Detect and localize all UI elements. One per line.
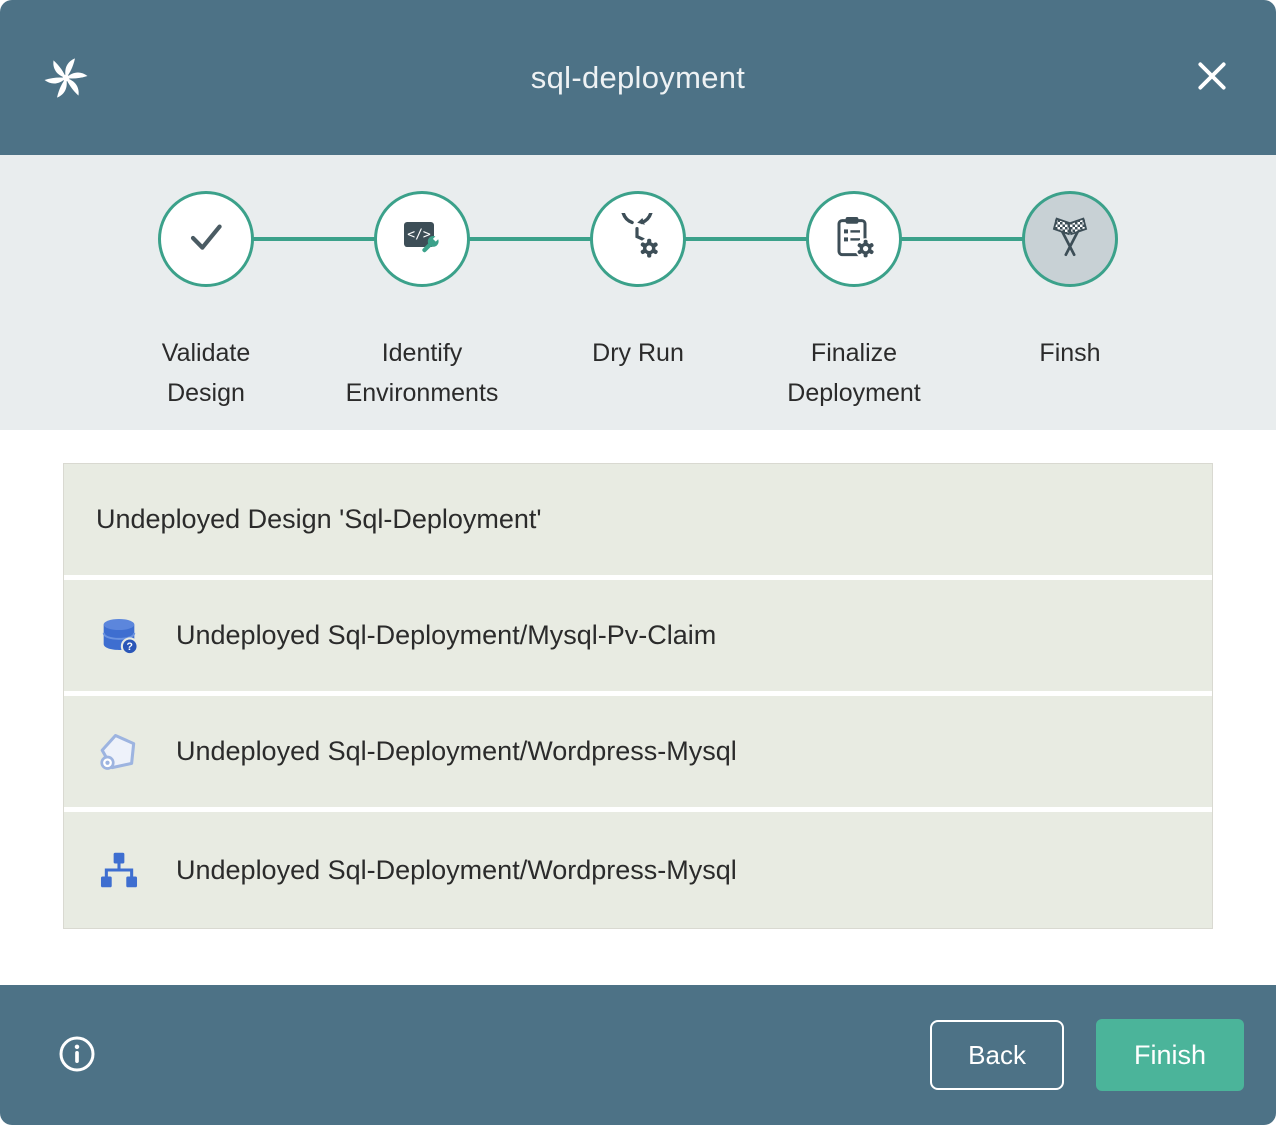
step-circle bbox=[590, 191, 686, 287]
meshery-logo-icon bbox=[40, 52, 92, 104]
workload-hierarchy-icon bbox=[96, 847, 142, 893]
svg-text:?: ? bbox=[126, 641, 133, 653]
results-panel: Undeployed Design 'Sql-Deployment' ? Und… bbox=[63, 463, 1213, 929]
step-label: Dry Run bbox=[592, 333, 684, 373]
deployment-results: Undeployed Design 'Sql-Deployment' ? Und… bbox=[0, 430, 1276, 985]
deployment-stepper: Validate Design </> bbox=[0, 155, 1276, 430]
result-row-wordpress-mysql-workload: Undeployed Sql-Deployment/Wordpress-Mysq… bbox=[64, 812, 1212, 928]
finish-button[interactable]: Finish bbox=[1096, 1019, 1244, 1091]
result-text: Undeployed Sql-Deployment/Wordpress-Mysq… bbox=[176, 855, 737, 886]
back-button[interactable]: Back bbox=[930, 1020, 1064, 1090]
svg-text:</>: </> bbox=[407, 227, 431, 242]
database-icon: ? bbox=[96, 613, 142, 659]
clipboard-gear-icon bbox=[830, 213, 878, 266]
step-label: Finalize Deployment bbox=[774, 333, 934, 413]
step-label: Validate Design bbox=[126, 333, 286, 413]
close-button[interactable] bbox=[1188, 54, 1236, 102]
modal-header: sql-deployment bbox=[0, 0, 1276, 155]
pod-icon bbox=[96, 729, 142, 775]
modal-footer: Back Finish bbox=[0, 985, 1276, 1125]
step-validate-design: Validate Design bbox=[98, 191, 314, 413]
result-row-pv-claim: ? Undeployed Sql-Deployment/Mysql-Pv-Cla… bbox=[64, 580, 1212, 696]
step-label: Finsh bbox=[1039, 333, 1100, 373]
check-icon bbox=[182, 213, 230, 266]
info-icon bbox=[57, 1034, 97, 1077]
step-circle bbox=[806, 191, 902, 287]
close-icon bbox=[1192, 56, 1232, 99]
step-circle bbox=[1022, 191, 1118, 287]
info-button[interactable] bbox=[55, 1033, 99, 1077]
step-dry-run: Dry Run bbox=[530, 191, 746, 413]
sql-deployment-modal: sql-deployment Validate Design bbox=[0, 0, 1276, 1125]
result-text: Undeployed Sql-Deployment/Mysql-Pv-Claim bbox=[176, 620, 716, 651]
step-circle bbox=[158, 191, 254, 287]
dry-run-history-gear-icon bbox=[614, 213, 662, 266]
step-circle: </> bbox=[374, 191, 470, 287]
environment-code-wrench-icon: </> bbox=[398, 213, 446, 266]
result-text: Undeployed Design 'Sql-Deployment' bbox=[96, 504, 542, 535]
step-identify-environments: </> Identify Environments bbox=[314, 191, 530, 413]
modal-title: sql-deployment bbox=[531, 60, 745, 96]
stepper-steps: Validate Design </> bbox=[98, 191, 1178, 413]
result-row-design: Undeployed Design 'Sql-Deployment' bbox=[64, 464, 1212, 580]
result-text: Undeployed Sql-Deployment/Wordpress-Mysq… bbox=[176, 736, 737, 767]
step-label: Identify Environments bbox=[342, 333, 502, 413]
step-finish: Finsh bbox=[962, 191, 1178, 413]
checkered-flags-icon bbox=[1045, 212, 1095, 267]
step-finalize-deployment: Finalize Deployment bbox=[746, 191, 962, 413]
result-row-wordpress-mysql-pod: Undeployed Sql-Deployment/Wordpress-Mysq… bbox=[64, 696, 1212, 812]
